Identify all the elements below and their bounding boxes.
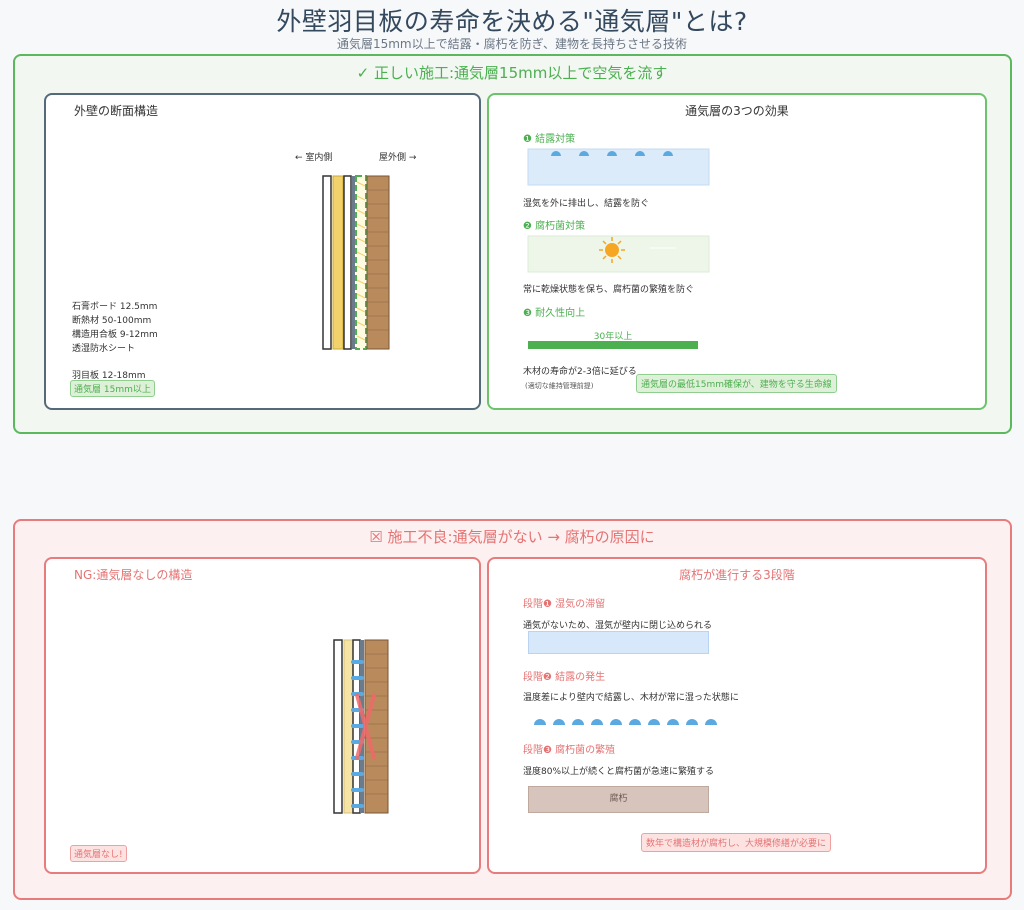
- good-structure-title: 外壁の断面構造: [74, 104, 159, 118]
- stages-badge: 数年で構造材が腐朽し、大規模修繕が必要に: [641, 833, 832, 852]
- bad-structure-panel: [44, 557, 481, 874]
- stage-1-heading: 段階❶ 湿気の滞留: [523, 599, 606, 610]
- stage-1-desc: 通気がないため、湿気が壁内に閉じ込められる: [523, 621, 713, 631]
- stage-3-desc: 湿度80%以上が続くと腐朽菌が急速に繁殖する: [523, 767, 715, 777]
- rot-box: 腐朽: [528, 786, 709, 813]
- outdoor-label: 屋外側 →: [379, 153, 417, 163]
- air-gap-badge: 通気層 15mm以上: [70, 380, 155, 397]
- stage-2-heading: 段階❷ 結露の発生: [523, 672, 606, 683]
- stage-3-heading: 段階❸ 腐朽菌の繁殖: [523, 745, 616, 756]
- durability-bar: [528, 341, 698, 349]
- layer-label-insulation: 断熱材 50-100mm: [72, 316, 152, 326]
- layer-label-plywood: 構造用合板 9-12mm: [72, 330, 158, 340]
- page-title: 外壁羽目板の寿命を決める"通気層"とは?: [276, 7, 748, 36]
- effects-badge: 通気層の最低15mm確保が、建物を守る生命線: [636, 374, 837, 393]
- effect-3-heading: ❸ 耐久性向上: [523, 308, 586, 319]
- no-air-gap-badge: 通気層なし!: [70, 845, 127, 862]
- effects-title: 通気層の3つの効果: [685, 104, 789, 118]
- effect-1-desc: 湿気を外に排出し、結露を防ぐ: [523, 199, 650, 209]
- effect-3-note: (適切な維持管理前提): [525, 382, 594, 390]
- layer-label-gypsum: 石膏ボード 12.5mm: [72, 302, 158, 312]
- effect-1-heading: ❶ 結露対策: [523, 134, 576, 145]
- stages-title: 腐朽が進行する3段階: [679, 568, 795, 582]
- layer-label-sheet: 透湿防水シート: [72, 344, 136, 354]
- stage-2-desc: 温度差により壁内で結露し、木材が常に湿った状態に: [523, 693, 739, 703]
- page-subtitle: 通気層15mm以上で結露・腐朽を防ぎ、建物を長持ちさせる技術: [336, 37, 688, 51]
- indoor-label: ← 室内側: [295, 153, 333, 163]
- moisture-box: [528, 631, 709, 654]
- good-structure-panel: [44, 93, 481, 410]
- effect-3-desc: 木材の寿命が2-3倍に延びる: [523, 367, 637, 377]
- effect-2-heading: ❷ 腐朽菌対策: [523, 221, 586, 232]
- good-section-title: ✓ 正しい施工:通気層15mm以上で空気を流す: [356, 64, 668, 82]
- effect-2-desc: 常に乾燥状態を保ち、腐朽菌の繁殖を防ぐ: [523, 285, 695, 295]
- bad-structure-title: NG:通気層なしの構造: [74, 568, 193, 582]
- bad-section-title: ☒ 施工不良:通気層がない → 腐朽の原因に: [369, 528, 655, 546]
